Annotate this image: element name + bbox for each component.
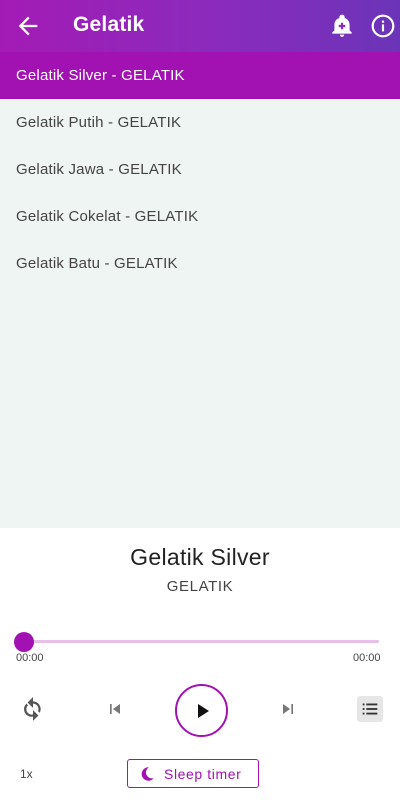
seek-thumb[interactable] bbox=[14, 632, 34, 652]
next-button[interactable] bbox=[277, 698, 299, 720]
arrow-left-icon[interactable] bbox=[14, 12, 42, 40]
now-playing-title: Gelatik Silver bbox=[130, 544, 270, 570]
app-title: Gelatik bbox=[73, 13, 145, 36]
playlist-item-gelatik-jawa[interactable]: Gelatik Jawa - GELATIK bbox=[0, 146, 400, 193]
repeat-button[interactable] bbox=[20, 696, 46, 722]
play-button[interactable] bbox=[175, 684, 228, 737]
skip-next-icon bbox=[283, 704, 293, 714]
playlist-item-label: Gelatik Cokelat - GELATIK bbox=[16, 208, 199, 225]
moon-icon bbox=[141, 766, 154, 781]
playlist: Gelatik Silver - GELATIK Gelatik Putih -… bbox=[0, 52, 400, 528]
sleep-timer-button[interactable]: Sleep timer bbox=[127, 759, 259, 788]
skip-previous-icon bbox=[110, 704, 120, 714]
playlist-item-label: Gelatik Putih - GELATIK bbox=[16, 114, 182, 131]
playlist-item-gelatik-putih[interactable]: Gelatik Putih - GELATIK bbox=[0, 99, 400, 146]
bell-icon[interactable] bbox=[329, 13, 355, 39]
current-time: 00:00 bbox=[16, 652, 44, 664]
info-icon[interactable] bbox=[370, 13, 396, 39]
seek-bar[interactable] bbox=[24, 640, 379, 643]
queue-list-icon bbox=[362, 703, 378, 715]
app-bar: Gelatik bbox=[0, 0, 400, 52]
sleep-timer-label: Sleep timer bbox=[164, 765, 242, 782]
repeat-icon bbox=[23, 697, 41, 721]
player-panel: Gelatik Silver GELATIK 00:00 00:00 1x Sl… bbox=[0, 528, 400, 800]
playlist-item-label: Gelatik Jawa - GELATIK bbox=[16, 161, 182, 178]
previous-button[interactable] bbox=[104, 698, 126, 720]
playlist-item-gelatik-cokelat[interactable]: Gelatik Cokelat - GELATIK bbox=[0, 193, 400, 240]
total-time: 00:00 bbox=[353, 652, 381, 664]
now-playing-artist: GELATIK bbox=[166, 578, 234, 595]
playback-speed-button[interactable]: 1x bbox=[20, 767, 33, 781]
playlist-item-label: Gelatik Silver - GELATIK bbox=[16, 67, 185, 84]
queue-button[interactable] bbox=[357, 696, 383, 722]
playlist-item-gelatik-silver[interactable]: Gelatik Silver - GELATIK bbox=[0, 52, 400, 99]
play-icon bbox=[197, 703, 209, 718]
playlist-item-label: Gelatik Batu - GELATIK bbox=[16, 255, 178, 272]
playlist-item-gelatik-batu[interactable]: Gelatik Batu - GELATIK bbox=[0, 240, 400, 287]
